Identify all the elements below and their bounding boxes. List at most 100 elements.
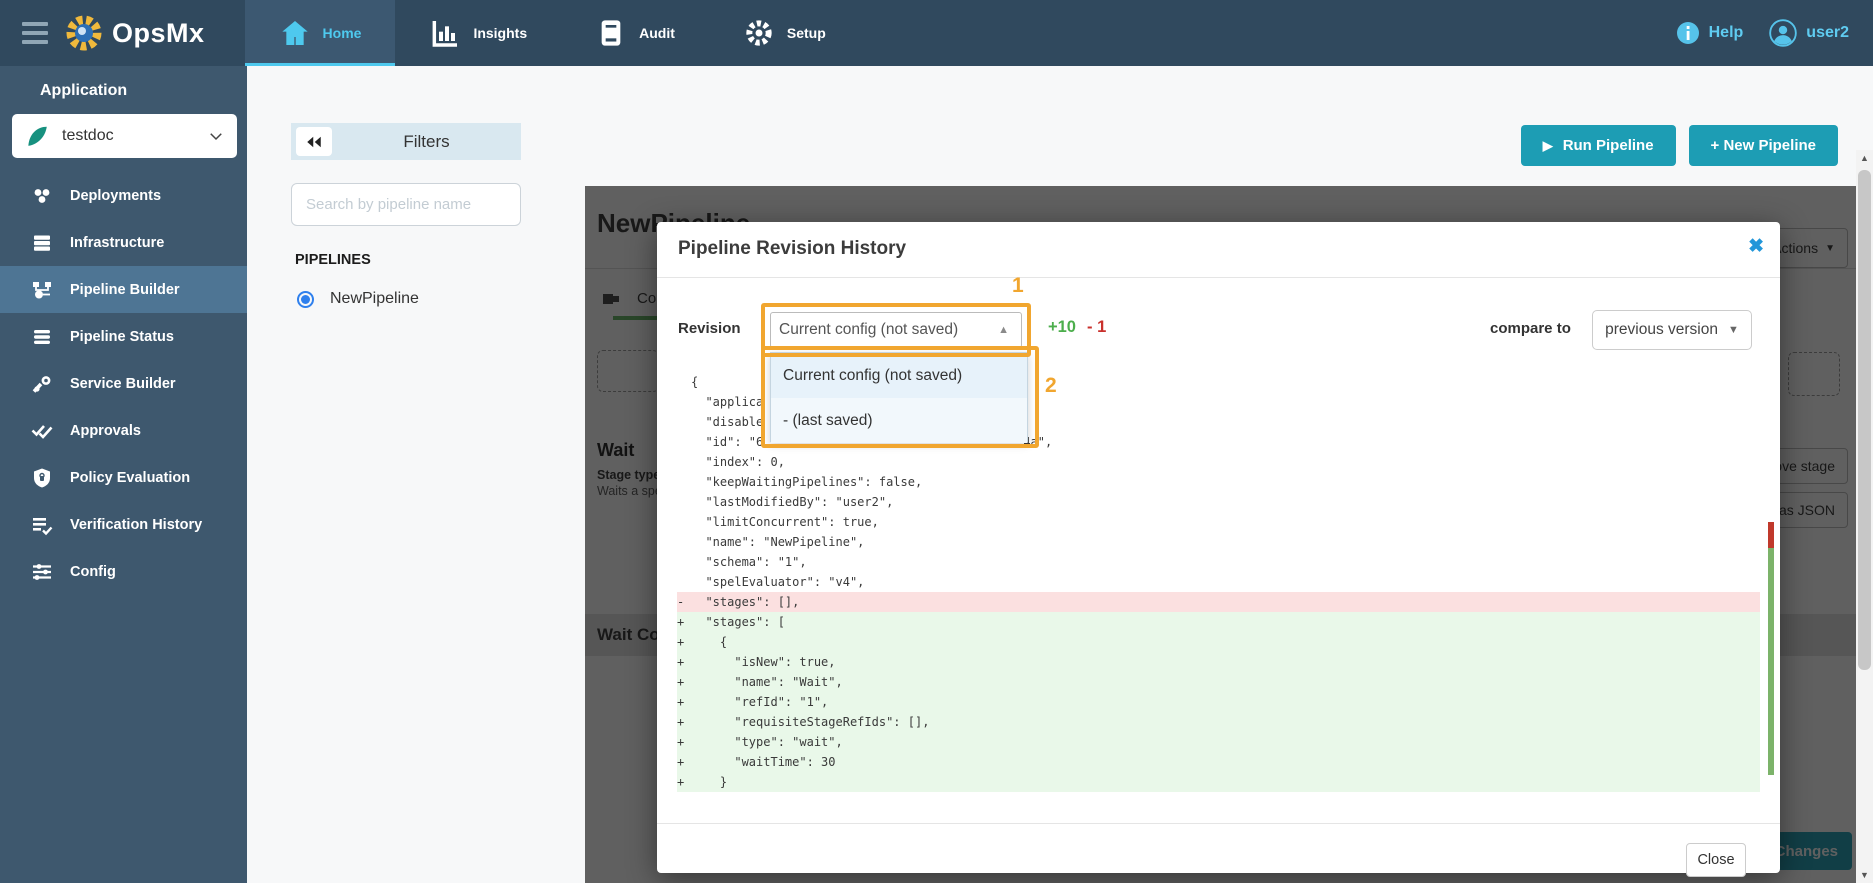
- tab-home-label: Home: [323, 25, 362, 41]
- infrastructure-icon: [30, 231, 54, 255]
- approvals-icon: [30, 419, 54, 443]
- pipeline-status-icon: [30, 325, 54, 349]
- sidebar-item-approvals[interactable]: Approvals: [0, 407, 247, 454]
- opsmx-logo: OpsMx: [64, 0, 245, 66]
- diff-line: "limitConcurrent": true,: [677, 512, 1760, 532]
- sidebar-item-label: Infrastructure: [70, 235, 164, 251]
- sidebar-item-label: Policy Evaluation: [70, 470, 190, 486]
- sidebar-item-policy-evaluation[interactable]: Policy Evaluation: [0, 454, 247, 501]
- service-builder-icon: [30, 372, 54, 396]
- close-icon[interactable]: ✖: [1748, 235, 1764, 258]
- config-icon: [30, 560, 54, 584]
- info-icon: [1676, 21, 1700, 45]
- compare-to-label: compare to: [1490, 320, 1571, 337]
- diff-overview-bar: [1768, 522, 1774, 775]
- scroll-up-arrow[interactable]: ▲: [1856, 150, 1873, 166]
- annotation-number-2: 2: [1045, 374, 1057, 398]
- radio-selected-icon[interactable]: [297, 291, 314, 308]
- annotation-number-1: 1: [1012, 274, 1024, 298]
- help-button[interactable]: Help: [1676, 21, 1744, 45]
- diff-line: "lastModifiedBy": "user2",: [677, 492, 1760, 512]
- revision-select-value: Current config (not saved): [771, 321, 998, 339]
- lines-removed-count: - 1: [1087, 318, 1106, 337]
- brand-name: OpsMx: [112, 18, 205, 49]
- diff-line-added: + "isNew": true,: [677, 652, 1760, 672]
- application-selector[interactable]: testdoc: [12, 114, 237, 158]
- diff-overview-removed: [1768, 522, 1774, 548]
- dropdown-option-current-config[interactable]: Current config (not saved): [771, 353, 1027, 398]
- help-label: Help: [1709, 24, 1744, 42]
- modal-title: Pipeline Revision History: [678, 238, 906, 260]
- caret-down-icon: ▼: [1728, 324, 1739, 336]
- top-actions: ▶ Run Pipeline + New Pipeline: [1521, 125, 1838, 166]
- sidebar-item-label: Deployments: [70, 188, 161, 204]
- modal-header: Pipeline Revision History ✖: [657, 222, 1780, 278]
- diff-line: "spelEvaluator": "v4",: [677, 572, 1760, 592]
- new-pipeline-button[interactable]: + New Pipeline: [1689, 125, 1838, 166]
- deployments-icon: [30, 184, 54, 208]
- diff-line-added: + "requisiteStageRefIds": [],: [677, 712, 1760, 732]
- tab-setup-label: Setup: [787, 25, 826, 41]
- diff-line-added: + }: [677, 772, 1760, 792]
- scroll-down-arrow[interactable]: ▼: [1856, 867, 1873, 883]
- navbar-right: Help user2: [1676, 0, 1873, 66]
- sidebar-item-pipeline-status[interactable]: Pipeline Status: [0, 313, 247, 360]
- user-label: user2: [1806, 24, 1849, 42]
- menu-icon[interactable]: [0, 0, 64, 66]
- opsmx-gear-icon: [64, 13, 104, 53]
- sidebar-item-label: Config: [70, 564, 116, 580]
- revision-label: Revision: [678, 320, 741, 337]
- play-icon: ▶: [1543, 138, 1553, 154]
- sidebar-item-label: Verification History: [70, 517, 202, 533]
- chevron-down-icon: [207, 127, 225, 145]
- scrollbar-thumb[interactable]: [1858, 170, 1871, 670]
- pipelines-heading: PIPELINES: [295, 252, 371, 268]
- dropdown-option-last-saved[interactable]: - (last saved): [771, 398, 1027, 443]
- tab-insights[interactable]: Insights: [395, 0, 561, 66]
- diff-line-added: + "refId": "1",: [677, 692, 1760, 712]
- diff-line: "name": "NewPipeline",: [677, 532, 1760, 552]
- revision-select[interactable]: Current config (not saved) ▲: [770, 312, 1022, 348]
- sidebar-item-verification-history[interactable]: Verification History: [0, 501, 247, 548]
- search-input[interactable]: [291, 183, 521, 226]
- sidebar-item-config[interactable]: Config: [0, 548, 247, 595]
- modal-footer-divider: [657, 823, 1780, 824]
- diff-line-added: + "stages": [: [677, 612, 1760, 632]
- compare-to-select[interactable]: previous version ▼: [1592, 310, 1752, 350]
- verification-history-icon: [30, 513, 54, 537]
- sidebar: Application testdoc Deployments Infrastr…: [0, 66, 247, 883]
- filters-title: Filters: [332, 132, 521, 152]
- diff-line: "schema": "1",: [677, 552, 1760, 572]
- diff-line-removed: - "stages": [],: [677, 592, 1760, 612]
- sidebar-item-pipeline-builder[interactable]: Pipeline Builder: [0, 266, 247, 313]
- lines-added-count: +10: [1048, 318, 1076, 337]
- new-pipeline-label: + New Pipeline: [1711, 137, 1816, 154]
- application-leaf-icon: [24, 123, 50, 149]
- sidebar-item-deployments[interactable]: Deployments: [0, 172, 247, 219]
- pipeline-name-label: NewPipeline: [330, 290, 419, 308]
- page-scrollbar[interactable]: ▲ ▼: [1856, 150, 1873, 883]
- run-pipeline-button[interactable]: ▶ Run Pipeline: [1521, 125, 1676, 166]
- pipeline-builder-icon: [30, 278, 54, 302]
- sidebar-item-label: Pipeline Builder: [70, 282, 180, 298]
- tab-setup[interactable]: Setup: [709, 0, 860, 66]
- app-root: OpsMx Home Insights Audit Setup: [0, 0, 1873, 883]
- tab-audit[interactable]: Audit: [561, 0, 709, 66]
- sidebar-item-service-builder[interactable]: Service Builder: [0, 360, 247, 407]
- pipeline-list-item[interactable]: NewPipeline: [297, 290, 419, 308]
- tab-insights-label: Insights: [473, 25, 527, 41]
- diff-line: "index": 0,: [677, 452, 1760, 472]
- user-menu[interactable]: user2: [1769, 19, 1849, 47]
- sidebar-item-infrastructure[interactable]: Infrastructure: [0, 219, 247, 266]
- tab-home[interactable]: Home: [245, 0, 396, 66]
- sidebar-item-label: Pipeline Status: [70, 329, 174, 345]
- collapse-filters-button[interactable]: [296, 127, 332, 156]
- diff-line-added: + {: [677, 632, 1760, 652]
- close-button[interactable]: Close: [1686, 843, 1746, 877]
- tab-audit-label: Audit: [639, 25, 675, 41]
- pipeline-revision-history-modal: Pipeline Revision History ✖ Revision Cur…: [657, 222, 1780, 873]
- setup-gear-icon: [743, 17, 775, 49]
- diff-line-added: + "waitTime": 30: [677, 752, 1760, 772]
- rewind-icon: [305, 135, 323, 149]
- avatar-icon: [1769, 19, 1797, 47]
